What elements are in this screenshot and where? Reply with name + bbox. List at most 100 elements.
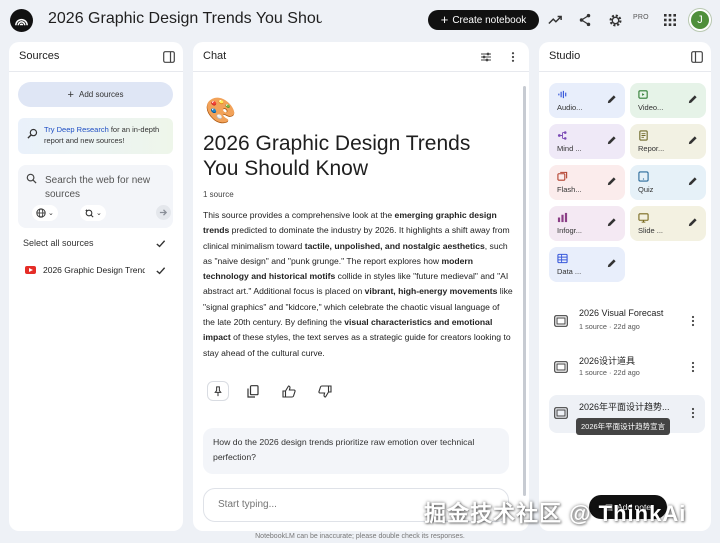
studio-title: Studio: [549, 50, 581, 62]
studio-tile-table[interactable]: Data ...: [549, 247, 625, 282]
notebook-title[interactable]: 2026 Graphic Design Trends You Should Kn…: [48, 10, 322, 28]
chat-scrollbar[interactable]: [523, 86, 526, 496]
slides-icon: [554, 315, 568, 327]
plus-icon: +: [440, 12, 449, 27]
mindmap-icon: [557, 130, 568, 141]
pin-button[interactable]: [207, 381, 229, 401]
edit-icon[interactable]: [687, 94, 698, 105]
studio-tile-mindmap[interactable]: Mind ...: [549, 124, 625, 159]
submit-search-button[interactable]: [156, 205, 171, 220]
apps-grid-icon[interactable]: [661, 11, 679, 29]
chat-header: Chat: [193, 42, 529, 72]
studio-tile-flashcards[interactable]: Flash...: [549, 165, 625, 200]
artifact-meta: 1 source · 22d ago: [579, 368, 640, 377]
more-vert-icon[interactable]: [507, 51, 519, 63]
studio-tile-label: Video...: [638, 103, 664, 112]
summary-highlight: vibrant, high-energy movements: [364, 286, 498, 297]
summary-text: of these styles, the text serves as a st…: [203, 332, 511, 358]
globe-icon: [36, 208, 46, 218]
search-icon: [26, 173, 37, 184]
sparkle-icon: [84, 208, 94, 218]
studio-header: Studio: [539, 42, 711, 72]
studio-tile-quiz[interactable]: Quiz: [630, 165, 706, 200]
studio-tile-report[interactable]: Repor...: [630, 124, 706, 159]
artifact-item[interactable]: 2026 Visual Forecast 1 source · 22d ago: [549, 303, 705, 341]
studio-tile-label: Mind ...: [557, 144, 582, 153]
source-count: 1 source: [203, 190, 234, 199]
analytics-icon[interactable]: [546, 11, 564, 29]
notebook-emoji: 🎨: [205, 97, 237, 125]
notebook-summary: This source provides a comprehensive loo…: [203, 208, 513, 361]
video-icon: [638, 89, 649, 100]
studio-tile-audio[interactable]: Audio...: [549, 83, 625, 118]
edit-icon[interactable]: [606, 217, 617, 228]
studio-tile-label: Repor...: [638, 144, 665, 153]
plan-badge: PRO: [633, 14, 649, 21]
chat-input[interactable]: [218, 499, 418, 510]
thumbs-up-button[interactable]: [276, 381, 301, 401]
add-sources-button[interactable]: + Add sources: [18, 82, 173, 107]
more-vert-icon[interactable]: [688, 361, 698, 373]
sources-panel: Sources + Add sources Try Deep Research f…: [9, 42, 183, 531]
more-vert-icon[interactable]: [688, 315, 698, 327]
edit-icon[interactable]: [606, 94, 617, 105]
source-item[interactable]: 2026 Graphic Design Trends You Should Kn…: [25, 265, 145, 275]
table-icon: [557, 253, 568, 264]
sparkle-search-icon: [27, 128, 38, 139]
deep-research-link[interactable]: Try Deep Research: [44, 125, 109, 134]
summary-actions: [207, 381, 337, 401]
gear-icon[interactable]: [606, 11, 624, 29]
top-bar: 2026 Graphic Design Trends You Should Kn…: [0, 0, 720, 40]
summary-text: This source provides a comprehensive loo…: [203, 210, 395, 220]
studio-tile-label: Data ...: [557, 267, 582, 276]
deep-research-promo[interactable]: Try Deep Research for an in-depth report…: [18, 118, 173, 154]
share-icon[interactable]: [576, 11, 594, 29]
studio-tile-slides[interactable]: Slide ...: [630, 206, 706, 241]
studio-tile-label: Flash...: [557, 185, 582, 194]
artifact-meta: 1 source · 22d ago: [579, 322, 640, 331]
chevron-down-icon: ⌄: [96, 210, 102, 217]
flashcards-icon: [557, 171, 568, 182]
more-vert-icon[interactable]: [688, 407, 698, 419]
youtube-icon: [25, 266, 36, 274]
web-search-input[interactable]: Search the web for new sources: [45, 174, 165, 202]
source-checkbox[interactable]: [155, 265, 166, 276]
report-icon: [638, 130, 649, 141]
collapse-panel-icon[interactable]: [691, 51, 703, 63]
chevron-down-icon: ⌄: [48, 210, 54, 217]
notebooklm-logo-icon[interactable]: [10, 9, 33, 32]
studio-tile-infographic[interactable]: Infogr...: [549, 206, 625, 241]
studio-tile-label: Infogr...: [557, 226, 583, 235]
artifact-title: 2026年平面设计趋势...: [579, 402, 670, 412]
artifact-title: 2026设计道具: [579, 356, 636, 366]
suggested-question[interactable]: How do the 2026 design trends prioritize…: [203, 428, 509, 474]
create-notebook-button[interactable]: + Create notebook: [428, 10, 539, 30]
collapse-panel-icon[interactable]: [163, 51, 175, 63]
slides-icon: [554, 407, 568, 419]
studio-tile-label: Slide ...: [638, 226, 664, 235]
edit-icon[interactable]: [606, 135, 617, 146]
edit-icon[interactable]: [687, 135, 698, 146]
edit-icon[interactable]: [687, 217, 698, 228]
chat-title: Chat: [203, 50, 227, 62]
edit-icon[interactable]: [687, 176, 698, 187]
web-source-dropdown[interactable]: ⌄: [32, 205, 58, 221]
edit-icon[interactable]: [606, 258, 617, 269]
chat-panel: Chat 🎨 2026 Graphic Design Trends You Sh…: [193, 42, 529, 531]
select-all-checkbox[interactable]: [155, 238, 166, 249]
artifact-item[interactable]: 2026设计道具 1 source · 22d ago: [549, 349, 705, 387]
research-mode-dropdown[interactable]: ⌄: [80, 205, 106, 221]
add-sources-label: Add sources: [78, 90, 124, 99]
thumbs-down-button[interactable]: [312, 381, 337, 401]
studio-tile-video[interactable]: Video...: [630, 83, 706, 118]
artifact-tooltip: 2026年平面设计趋势宣言: [576, 418, 671, 435]
copy-button[interactable]: [240, 381, 265, 401]
plus-icon: +: [67, 88, 74, 101]
watermark: 掘金技术社区 @ ThinkAi: [424, 501, 687, 526]
edit-icon[interactable]: [606, 176, 617, 187]
studio-tile-label: Audio...: [557, 103, 583, 112]
studio-tile-label: Quiz: [638, 185, 654, 194]
source-item-label: 2026 Graphic Design Trends You Should Kn…: [43, 265, 145, 275]
tune-icon[interactable]: [480, 51, 492, 63]
avatar[interactable]: J: [689, 9, 711, 31]
